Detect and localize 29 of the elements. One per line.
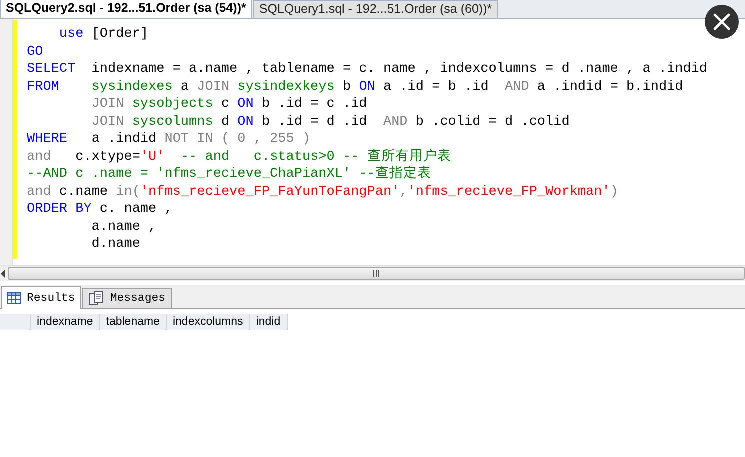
close-button[interactable]	[705, 5, 739, 39]
code-line: use [Order]	[58, 26, 150, 44]
code-line: WHERE a .indid NOT IN ( 0 , 255 )	[27, 131, 312, 148]
code-line: d.name	[90, 236, 142, 254]
code-line: FROM sysindexes a JOIN sysindexkeys b ON a .id = b .id AND a .indid = b.indid	[27, 78, 684, 96]
document-icon	[88, 291, 104, 306]
column-header[interactable]: indexname	[31, 314, 100, 330]
column-header[interactable]: indid	[250, 314, 288, 330]
code-line: JOIN sysobjects c ON b .id = c .id	[90, 96, 368, 114]
results-tab[interactable]: Messages	[82, 288, 172, 308]
code-line: and c.name in('nfms_recieve_FP_FaYunToFangPan','nfms_recieve_FP_Workman')	[27, 184, 620, 201]
code-line: GO	[27, 44, 44, 61]
grip-icon	[373, 270, 380, 277]
code-line: a.name ,	[90, 218, 158, 236]
code-line: ORDER BY c. name ,	[27, 201, 174, 218]
code-line: and c.xtype='U' -- and c.status>0 -- 查所有用户表	[27, 148, 452, 166]
code-line: --AND c .name = 'nfms_recieve_ChaPianXL' --查指定表	[27, 166, 432, 184]
scrollbar-thumb[interactable]	[8, 267, 745, 280]
grid-icon	[7, 292, 21, 304]
results-tab[interactable]: Results	[1, 286, 82, 309]
code-line: JOIN syscolumns d ON b .id = d .id AND b .colid = d .colid	[90, 114, 571, 131]
horizontal-scrollbar[interactable]	[0, 265, 745, 281]
scroll-left-icon[interactable]	[0, 270, 6, 278]
document-tab[interactable]: SQLQuery1.sql - 192...51.Order (sa (60))*	[253, 0, 498, 18]
document-tab[interactable]: SQLQuery2.sql - 192...51.Order (sa (54))*	[0, 0, 252, 18]
column-header[interactable]: tablename	[100, 314, 167, 330]
close-icon	[713, 13, 731, 31]
column-header[interactable]: indexcolumns	[166, 314, 250, 330]
code-line: SELECT indexname = a.name , tablename = c. name , indexcolumns = d .name , a .indid	[27, 61, 708, 78]
